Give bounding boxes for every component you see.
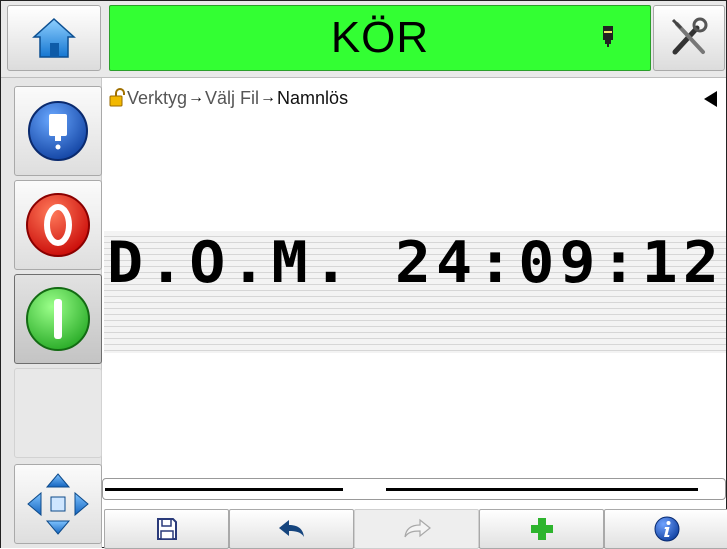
undo-button[interactable]	[229, 509, 354, 549]
tools-button[interactable]	[653, 5, 725, 71]
scroll-track-left	[105, 488, 343, 491]
sidebar	[1, 78, 102, 548]
direction-arrows-icon	[27, 473, 89, 535]
save-icon	[156, 518, 177, 540]
message-text[interactable]: D.O.M. 24:09:12	[107, 225, 724, 301]
navigation-button[interactable]	[14, 464, 102, 544]
scroll-thumb[interactable]	[386, 488, 698, 491]
breadcrumb-item-select-file[interactable]: Välj Fil	[205, 88, 259, 109]
top-bar: KÖR	[1, 1, 726, 78]
bottom-toolbar	[104, 509, 727, 549]
add-button[interactable]	[479, 509, 604, 549]
breadcrumb-item-current: Namnlös	[277, 87, 349, 108]
status-bar[interactable]: KÖR	[109, 5, 651, 71]
home-icon	[32, 17, 76, 58]
breadcrumb-separator: →	[188, 89, 205, 106]
breadcrumb-separator: →	[260, 89, 277, 106]
ink-drop-icon	[28, 101, 88, 161]
redo-icon	[403, 518, 431, 538]
back-arrow-icon[interactable]	[704, 91, 717, 107]
save-button[interactable]	[104, 509, 229, 549]
horizontal-scrollbar[interactable]	[102, 478, 726, 500]
start-icon	[26, 287, 90, 351]
home-button[interactable]	[7, 5, 101, 71]
unlocked-padlock-icon	[109, 88, 125, 107]
tools-icon	[671, 17, 708, 55]
ink-cartridge-icon	[603, 26, 613, 47]
empty-button	[14, 368, 102, 458]
ink-system-button[interactable]	[14, 86, 102, 176]
plus-icon	[530, 518, 553, 540]
stop-button[interactable]	[14, 180, 102, 270]
stop-icon	[26, 193, 90, 257]
undo-icon	[278, 520, 304, 537]
info-icon	[654, 516, 679, 542]
status-label: KÖR	[330, 13, 430, 62]
printer-screen: KÖR Verktyg → Välj Fil → Namnlös D.O.M. …	[0, 0, 727, 549]
redo-button	[354, 509, 479, 549]
breadcrumb: Verktyg → Välj Fil → Namnlös	[109, 87, 348, 109]
breadcrumb-item-tools[interactable]: Verktyg	[127, 88, 187, 109]
info-button[interactable]	[604, 509, 727, 549]
start-button[interactable]	[14, 274, 102, 364]
